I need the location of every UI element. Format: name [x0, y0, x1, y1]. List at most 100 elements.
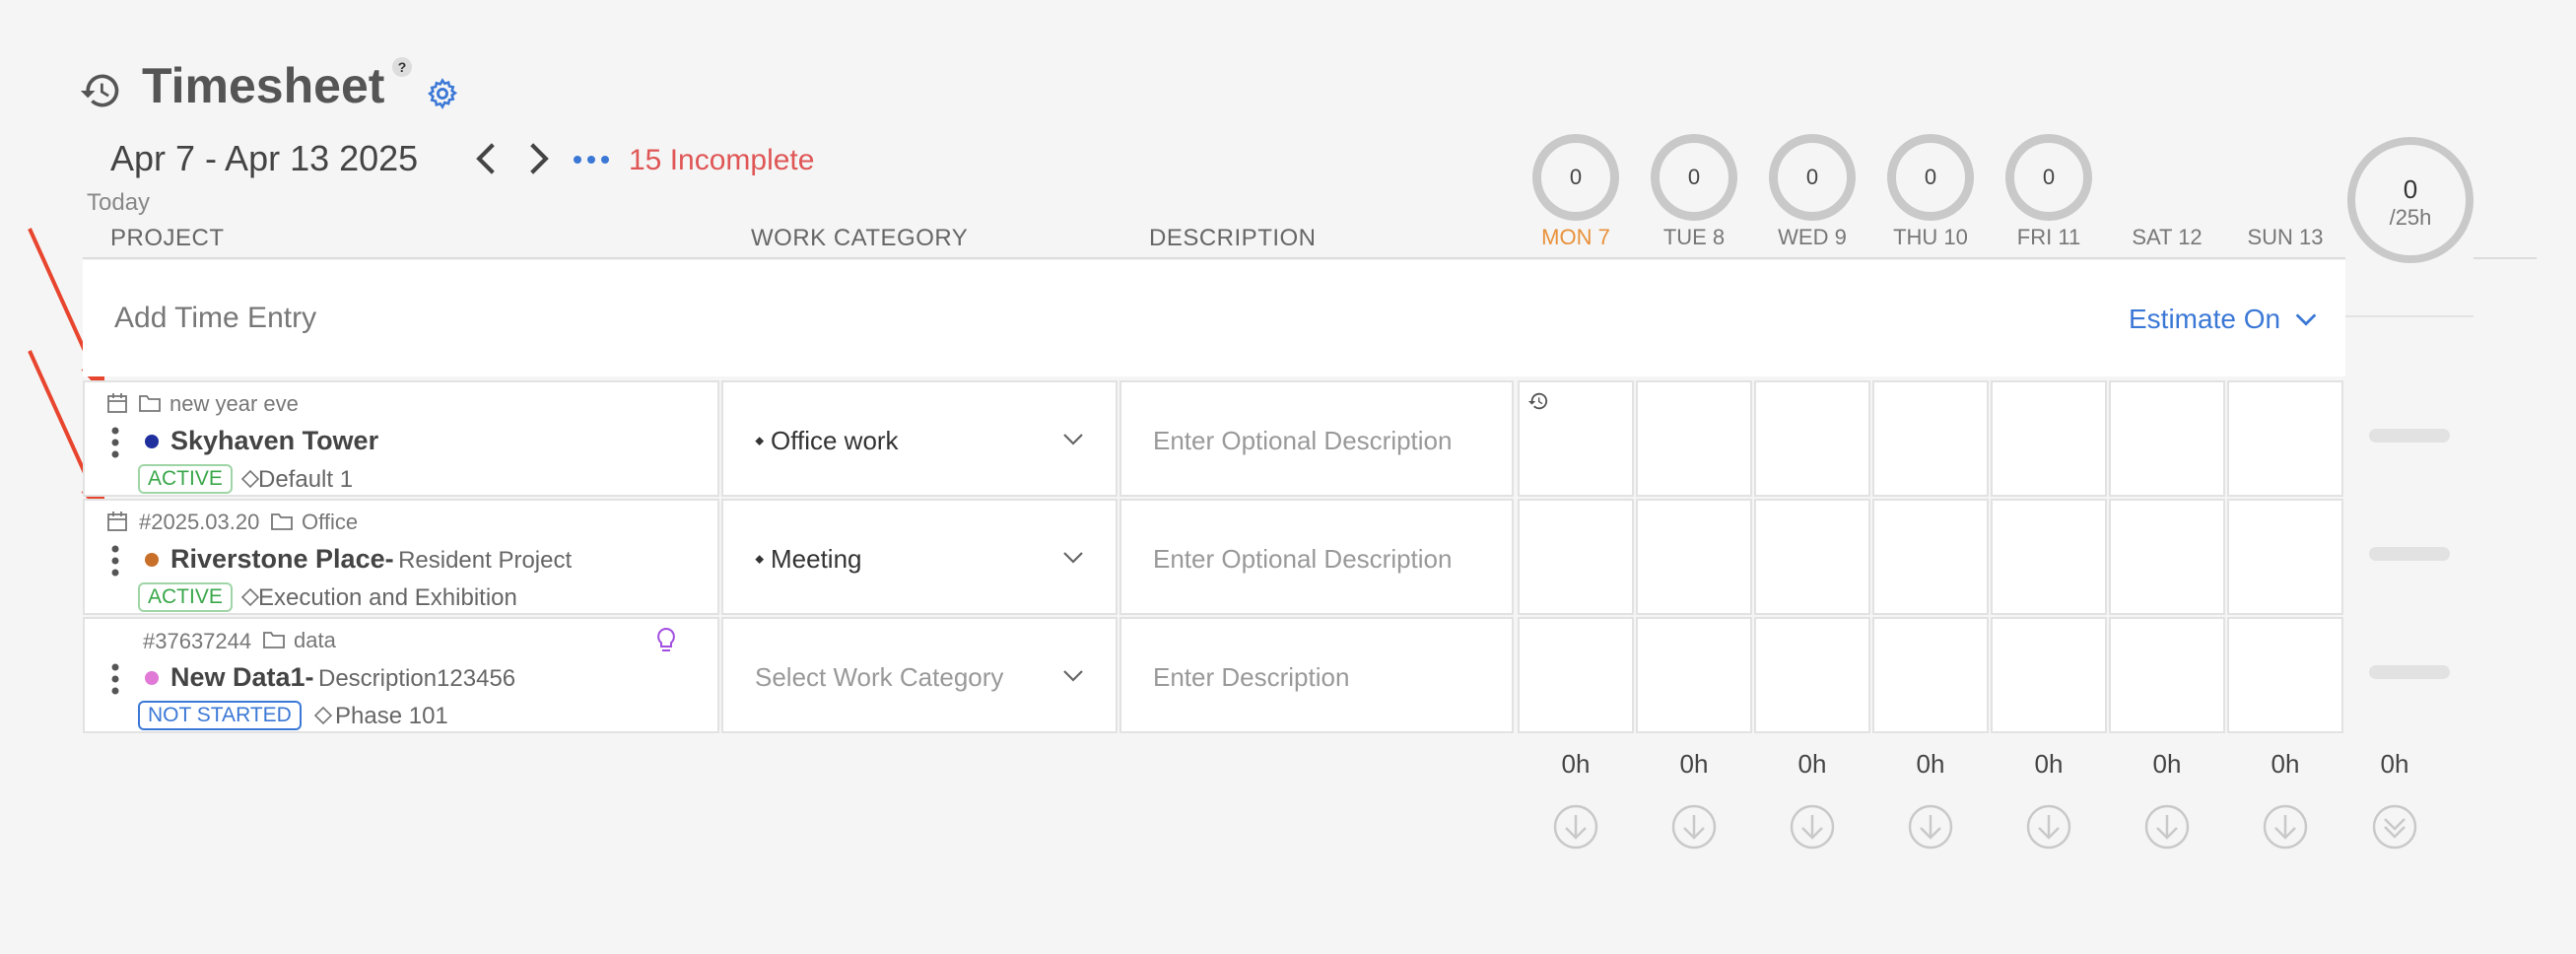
row-2-phase: Execution and Exhibition	[258, 584, 517, 611]
row-2-category-bullet: ⬩	[755, 543, 765, 573]
today-link[interactable]: Today	[87, 189, 150, 217]
row-3-time-sat[interactable]	[2109, 617, 2225, 733]
help-icon[interactable]: ?	[392, 57, 412, 77]
project-color-dot	[145, 435, 159, 448]
row-2-time-mon[interactable]	[1518, 499, 1634, 615]
row-1-time-wed[interactable]	[1754, 380, 1870, 497]
row-2-project-id: #2025.03.20	[139, 510, 260, 534]
week-total-hours: 0h	[2380, 749, 2409, 779]
row-2-status-badge: ACTIVE	[138, 582, 233, 612]
row-2-time-wed[interactable]	[1754, 499, 1870, 615]
row-1-total-placeholder	[2369, 429, 2450, 443]
chevron-down-icon[interactable]	[1060, 546, 1086, 568]
row-2-description-placeholder[interactable]: Enter Optional Description	[1153, 544, 1452, 575]
row-2-time-sat[interactable]	[2109, 499, 2225, 615]
history-icon[interactable]	[1527, 390, 1549, 412]
day-total-tue: 0h	[1679, 749, 1709, 779]
row-3-time-sun[interactable]	[2227, 617, 2343, 733]
row-2-project-title[interactable]: Riverstone Place- Resident Project	[170, 544, 572, 575]
row-3-total-placeholder	[2369, 665, 2450, 679]
row-3-time-wed[interactable]	[1754, 617, 1870, 733]
row-2-project-name[interactable]: Riverstone Place-	[170, 544, 394, 574]
row-2-category-value[interactable]: Meeting	[771, 544, 862, 575]
row-3-phase: Phase 101	[335, 703, 448, 729]
column-work-category: WORK CATEGORY	[751, 225, 969, 251]
day-circle-fri: 0	[2005, 134, 2092, 221]
tag-icon	[313, 706, 333, 725]
row-3-time-fri[interactable]	[1991, 617, 2107, 733]
row-1-category-value[interactable]: Office work	[771, 426, 899, 456]
week-total-value: 0	[2403, 174, 2418, 204]
row-1-time-fri[interactable]	[1991, 380, 2107, 497]
row-1-time-tue[interactable]	[1636, 380, 1752, 497]
kebab-icon[interactable]	[110, 426, 120, 459]
day-header-sat: SAT 12	[2132, 225, 2203, 249]
folder-icon	[263, 632, 285, 648]
day-total-thu: 0h	[1916, 749, 1945, 779]
row-2-time-tue[interactable]	[1636, 499, 1752, 615]
row-1-description-placeholder[interactable]: Enter Optional Description	[1153, 426, 1452, 456]
day-header-mon: MON 7	[1541, 225, 1610, 249]
day-total-mon: 0h	[1561, 749, 1591, 779]
tag-icon	[240, 469, 260, 489]
row-1-status-badge: ACTIVE	[138, 464, 233, 494]
chevron-left-icon[interactable]	[471, 140, 503, 177]
day-circle-thu: 0	[1887, 134, 1974, 221]
header-divider	[83, 257, 2345, 259]
chevron-down-icon[interactable]	[1060, 664, 1086, 686]
day-total-wed: 0h	[1797, 749, 1827, 779]
lightbulb-icon[interactable]	[654, 627, 678, 654]
add-time-entry-bar[interactable]	[83, 260, 2345, 376]
chevron-down-icon[interactable]	[1060, 428, 1086, 449]
row-3-time-tue[interactable]	[1636, 617, 1752, 733]
header-divider-right	[2474, 257, 2537, 259]
row-1-time-sat[interactable]	[2109, 380, 2225, 497]
row-3-time-mon[interactable]	[1518, 617, 1634, 733]
row-3-category-placeholder[interactable]: Select Work Category	[755, 662, 1003, 693]
download-icon[interactable]	[1553, 804, 1598, 850]
add-time-entry-label[interactable]: Add Time Entry	[114, 302, 316, 335]
more-dots-icon[interactable]	[572, 150, 611, 170]
calendar-icon	[107, 393, 127, 413]
calendar-icon	[107, 511, 127, 531]
page-title: Timesheet	[142, 58, 385, 113]
row-2-time-sun[interactable]	[2227, 499, 2343, 615]
row-1-time-thu[interactable]	[1872, 380, 1989, 497]
day-total-sun: 0h	[2271, 749, 2300, 779]
row-2-time-fri[interactable]	[1991, 499, 2107, 615]
day-total-fri: 0h	[2034, 749, 2064, 779]
incomplete-link[interactable]: 15 Incomplete	[629, 144, 814, 177]
row-3-project-name[interactable]: New Data1-	[170, 662, 314, 692]
download-icon[interactable]	[2026, 804, 2071, 850]
day-header-thu: THU 10	[1893, 225, 1968, 249]
row-2-project-sub: Resident Project	[398, 547, 573, 574]
row-1-phase: Default 1	[258, 466, 354, 493]
row-1-project-name[interactable]: Skyhaven Tower	[170, 426, 378, 456]
day-header-fri: FRI 11	[2016, 225, 2081, 249]
row-2-folder: Office	[302, 510, 359, 534]
folder-icon	[139, 395, 161, 412]
row-2-total-placeholder	[2369, 547, 2450, 561]
day-circle-mon: 0	[1532, 134, 1619, 221]
estimate-toggle[interactable]: Estimate On	[2129, 304, 2280, 335]
row-3-project-sub: Description123456	[318, 665, 516, 692]
download-icon[interactable]	[1908, 804, 1953, 850]
day-circle-wed: 0	[1769, 134, 1856, 221]
download-all-icon[interactable]	[2372, 804, 2417, 850]
kebab-icon[interactable]	[110, 662, 120, 696]
download-icon[interactable]	[1790, 804, 1835, 850]
download-icon[interactable]	[2144, 804, 2190, 850]
week-total-target: /25h	[2389, 205, 2432, 230]
chevron-right-icon[interactable]	[522, 140, 554, 177]
kebab-icon[interactable]	[110, 544, 120, 578]
download-icon[interactable]	[2263, 804, 2308, 850]
download-icon[interactable]	[1671, 804, 1717, 850]
row-1-time-sun[interactable]	[2227, 380, 2343, 497]
row-3-project-title[interactable]: New Data1- Description123456	[170, 662, 515, 693]
row-3-folder: data	[294, 628, 336, 652]
chevron-down-icon[interactable]	[2292, 307, 2320, 331]
row-2-time-thu[interactable]	[1872, 499, 1989, 615]
row-3-time-thu[interactable]	[1872, 617, 1989, 733]
gear-icon[interactable]	[426, 77, 459, 110]
row-3-description-placeholder[interactable]: Enter Description	[1153, 662, 1349, 693]
